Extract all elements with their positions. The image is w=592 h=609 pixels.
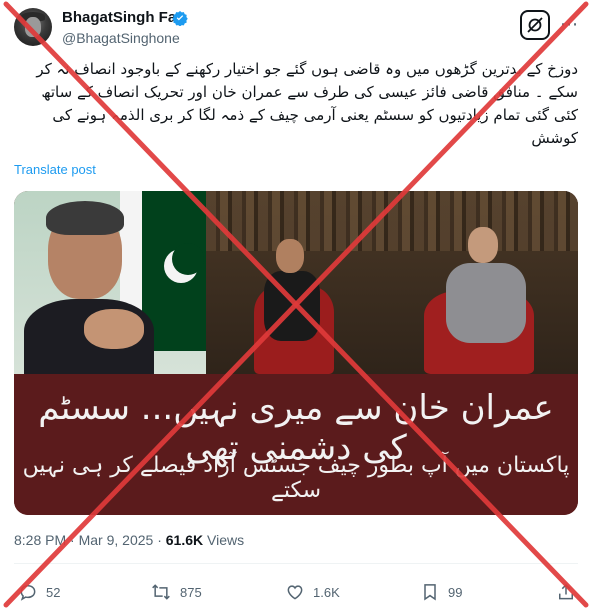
media-photo — [14, 191, 578, 379]
translate-post-link[interactable]: Translate post — [14, 162, 96, 177]
interviewer-body — [264, 271, 320, 341]
tweet-text: دوزخ کے بدترین گڑھوں میں وہ قاضی ہوں گئے… — [14, 58, 578, 150]
flag-crescent-cut — [172, 243, 204, 275]
tweet-card: BhagatSingh Fan @BhagatSinghone ⋯ دوزخ ک… — [0, 0, 592, 609]
views-count: 61.6K — [165, 532, 204, 548]
bookmark-button[interactable]: 99 — [420, 581, 462, 603]
like-icon — [287, 585, 303, 600]
tweet-date[interactable]: Mar 9, 2025 — [79, 532, 154, 548]
repost-button[interactable]: 875 — [150, 581, 202, 603]
views-label: Views — [207, 532, 245, 548]
share-icon — [559, 583, 573, 600]
like-count: 1.6K — [313, 584, 340, 600]
avatar[interactable] — [14, 8, 52, 46]
share-button[interactable] — [556, 581, 576, 603]
reply-count: 52 — [46, 584, 61, 600]
reply-button[interactable]: 52 — [18, 581, 60, 603]
tweet-text-line: کوشش — [531, 129, 578, 147]
media-caption-subline: پاکستان میں آپ بطور چیف جسٹس آزاد فیصلے … — [22, 453, 570, 503]
meta-separator: · — [70, 532, 75, 548]
reply-icon — [20, 584, 36, 601]
grok-icon — [527, 17, 543, 33]
interviewer-head — [276, 239, 304, 273]
interviewee-body — [446, 263, 526, 343]
avatar-face — [25, 17, 41, 37]
tweet-meta: 8:28 PM · Mar 9, 2025 · 61.6K Views — [14, 532, 244, 548]
media-image[interactable]: عمران خان سے میری نہیں... سسٹم کی دشمنی … — [14, 191, 578, 515]
tweet-text-line: کئی گئی تمام زیادتیوں کو سسٹم یعنی آرمی … — [52, 106, 578, 124]
tweet-text-line: دوزخ کے بدترین گڑھوں میں وہ قاضی ہوں گئے… — [36, 60, 578, 78]
verified-badge-icon — [172, 11, 188, 26]
grok-button[interactable] — [520, 10, 550, 40]
more-icon[interactable]: ⋯ — [560, 14, 578, 35]
person-hands — [84, 309, 144, 349]
bookmark-count: 99 — [448, 584, 463, 600]
bookshelf-graphic — [206, 191, 578, 251]
bookmark-icon — [424, 584, 436, 601]
author-display-name[interactable]: BhagatSingh Fan — [62, 9, 185, 26]
like-button[interactable]: 1.6K — [285, 581, 340, 603]
repost-icon — [152, 584, 170, 600]
interviewee-head — [468, 227, 498, 263]
meta-separator: · — [157, 532, 162, 548]
divider — [14, 563, 578, 564]
tweet-text-line: سکے ۔ منافق قاضی فائز عیسی کی طرف سے عمر… — [41, 83, 578, 101]
person-hair — [46, 201, 124, 235]
author-handle[interactable]: @BhagatSinghone — [62, 30, 180, 46]
tweet-time[interactable]: 8:28 PM — [14, 532, 66, 548]
repost-count: 875 — [180, 584, 202, 600]
